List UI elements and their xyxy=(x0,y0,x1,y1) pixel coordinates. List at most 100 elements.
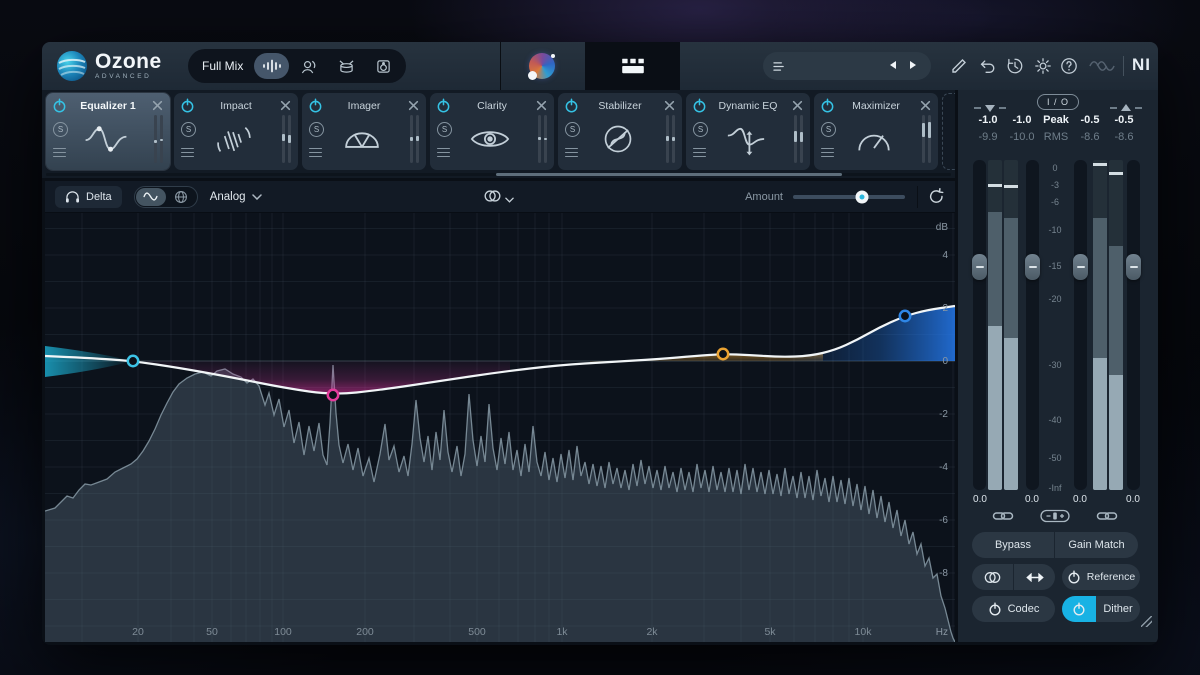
output-link-button[interactable] xyxy=(1096,510,1118,522)
settings-gear-icon xyxy=(1034,57,1052,75)
freq-axis-label: 1k xyxy=(556,626,568,638)
preset-selector[interactable] xyxy=(763,52,931,80)
close-icon[interactable] xyxy=(664,99,675,110)
module-power-icon[interactable] xyxy=(308,98,323,113)
split-gain-control[interactable] xyxy=(1040,509,1070,523)
close-icon[interactable] xyxy=(152,99,163,110)
eq-node-low-mid-bell[interactable] xyxy=(328,390,338,400)
db-axis-label: 2 xyxy=(942,303,948,314)
meter-scale-label: -15 xyxy=(1048,261,1061,271)
reset-button[interactable] xyxy=(917,186,945,208)
stereo-mode-dropdown[interactable] xyxy=(483,189,514,203)
module-title: Stabilizer xyxy=(580,100,660,112)
module-menu-icon[interactable] xyxy=(437,145,450,160)
amount-slider-knob[interactable] xyxy=(856,190,869,203)
full-mix-mode-button[interactable] xyxy=(254,53,288,79)
module-title: Dynamic EQ xyxy=(708,100,788,112)
close-icon[interactable] xyxy=(408,99,419,110)
module-title: Equalizer 1 xyxy=(68,100,148,112)
input-left-gain-fader-track[interactable] xyxy=(973,160,986,490)
module-power-icon[interactable] xyxy=(820,98,835,113)
module-card-imager[interactable]: ImagerS xyxy=(302,93,426,170)
eq-mode-value: Analog xyxy=(210,191,246,203)
undo-button[interactable] xyxy=(978,57,996,75)
eq-node-low-shelf[interactable] xyxy=(128,356,138,366)
module-card-clarity[interactable]: ClarityS xyxy=(430,93,554,170)
eq-node-high-mid-bell[interactable] xyxy=(718,349,728,359)
history-button[interactable] xyxy=(1006,57,1024,75)
module-power-icon[interactable] xyxy=(52,98,67,113)
instruments-mode-button[interactable] xyxy=(329,53,363,79)
stereo-width-button[interactable] xyxy=(1014,564,1055,590)
module-card-dynamic-eq[interactable]: Dynamic EQS xyxy=(686,93,810,170)
module-solo-button[interactable]: S xyxy=(693,122,708,137)
stereo-monitor-button[interactable] xyxy=(972,564,1013,590)
module-scrollbar-thumb[interactable] xyxy=(496,173,842,176)
module-menu-icon[interactable] xyxy=(693,145,706,160)
triangle-up-icon xyxy=(1121,99,1131,111)
module-solo-button[interactable]: S xyxy=(309,122,324,137)
module-solo-button[interactable]: S xyxy=(181,122,196,137)
module-menu-icon[interactable] xyxy=(821,145,834,160)
delta-button[interactable]: Delta xyxy=(55,186,122,208)
eq-mode-dropdown[interactable]: Analog xyxy=(210,191,262,203)
globe-view-button[interactable] xyxy=(166,188,196,206)
next-preset-button[interactable] xyxy=(909,60,921,72)
module-menu-icon[interactable] xyxy=(53,145,66,160)
input-left-gain-fader[interactable] xyxy=(972,254,987,280)
assistant-button[interactable] xyxy=(529,52,557,80)
module-title: Maximizer xyxy=(836,100,916,112)
close-icon[interactable] xyxy=(920,99,931,110)
output-right-gain-fader-track[interactable] xyxy=(1127,160,1140,490)
module-power-icon[interactable] xyxy=(436,98,451,113)
window-resize-handle[interactable] xyxy=(1141,616,1152,627)
module-card-impact[interactable]: ImpactS xyxy=(174,93,298,170)
freq-axis-label: 10k xyxy=(855,626,873,638)
edit-pencil-button[interactable] xyxy=(950,57,968,75)
bypass-button[interactable]: Bypass xyxy=(972,532,1054,558)
settings-button[interactable] xyxy=(1034,57,1052,75)
module-power-icon[interactable] xyxy=(692,98,707,113)
module-power-icon[interactable] xyxy=(564,98,579,113)
dither-button[interactable]: Dither xyxy=(1062,596,1140,622)
amount-slider[interactable] xyxy=(793,195,905,199)
curve-view-button[interactable] xyxy=(136,188,166,206)
module-solo-button[interactable]: S xyxy=(53,122,68,137)
reference-button[interactable]: Reference xyxy=(1062,564,1140,590)
module-menu-icon[interactable] xyxy=(565,145,578,160)
close-icon[interactable] xyxy=(536,99,547,110)
gain-match-button[interactable]: Gain Match xyxy=(1055,532,1138,558)
meter-scale-label: -50 xyxy=(1048,453,1061,463)
codec-button[interactable]: Codec xyxy=(972,596,1055,622)
output-left-gain-fader-track[interactable] xyxy=(1074,160,1087,490)
module-power-icon[interactable] xyxy=(180,98,195,113)
module-card-maximizer[interactable]: MaximizerS xyxy=(814,93,938,170)
chain-view-tab[interactable] xyxy=(585,42,680,90)
io-toggle-button[interactable]: I / O xyxy=(1037,94,1079,110)
input-link-button[interactable] xyxy=(992,510,1014,522)
module-menu-icon[interactable] xyxy=(181,145,194,160)
freq-axis-label: 100 xyxy=(274,626,292,638)
close-icon[interactable] xyxy=(280,99,291,110)
add-module-slot[interactable] xyxy=(942,93,955,170)
output-left-gain-fader[interactable] xyxy=(1073,254,1088,280)
vocals-mode-button[interactable] xyxy=(292,53,326,79)
db-axis-label: -6 xyxy=(939,515,948,526)
eq-graph[interactable]: dB420-2-4-6-8Hz20501002005001k2k5k10k xyxy=(45,213,955,642)
module-solo-button[interactable]: S xyxy=(821,122,836,137)
input-right-gain-fader-track[interactable] xyxy=(1026,160,1039,490)
help-button[interactable] xyxy=(1060,57,1078,75)
master-mode-button[interactable] xyxy=(367,53,401,79)
module-solo-button[interactable]: S xyxy=(565,122,580,137)
module-card-equalizer-1[interactable]: Equalizer 1S xyxy=(46,93,170,170)
previous-preset-button[interactable] xyxy=(889,60,901,72)
eq-node-high-shelf[interactable] xyxy=(900,311,910,321)
meter-scale-label: -10 xyxy=(1048,225,1061,235)
close-icon[interactable] xyxy=(792,99,803,110)
module-solo-button[interactable]: S xyxy=(437,122,452,137)
output-right-gain-fader[interactable] xyxy=(1126,254,1141,280)
input-right-gain-fader[interactable] xyxy=(1025,254,1040,280)
globe-toggle-icon xyxy=(174,190,188,204)
module-menu-icon[interactable] xyxy=(309,145,322,160)
module-card-stabilizer[interactable]: StabilizerS xyxy=(558,93,682,170)
